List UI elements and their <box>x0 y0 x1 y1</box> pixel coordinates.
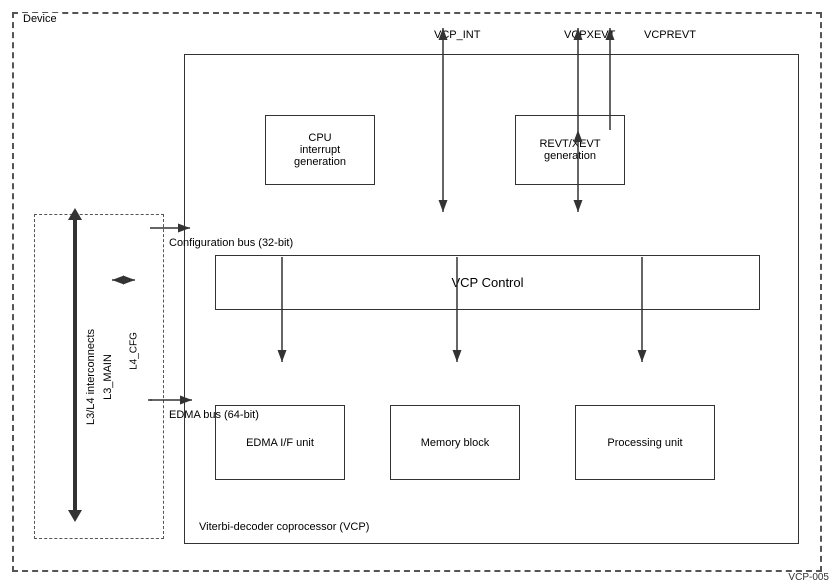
cpu-interrupt-label: CPU interrupt generation <box>294 132 346 168</box>
edma-bus-label: EDMA bus (64-bit) <box>169 409 259 421</box>
edma-if-label: EDMA I/F unit <box>246 437 314 449</box>
device-boundary: Device Viterbi-decoder coprocessor (VCP)… <box>12 12 822 572</box>
memory-block-box: Memory block <box>390 405 520 480</box>
processing-unit-box: Processing unit <box>575 405 715 480</box>
vcp005-label: VCP-005 <box>788 572 829 583</box>
vcp-control-box: VCP Control <box>215 255 760 310</box>
l4cfg-label: L4_CFG <box>128 332 139 370</box>
vcp-outer-label: Viterbi-decoder coprocessor (VCP) <box>199 521 369 533</box>
device-label: Device <box>20 13 60 25</box>
processing-unit-label: Processing unit <box>607 437 682 449</box>
memory-block-label: Memory block <box>421 437 489 449</box>
vcprevt-label: VCPREVT <box>644 29 696 41</box>
config-bus-label: Configuration bus (32-bit) <box>169 237 293 249</box>
vcp-control-label: VCP Control <box>451 275 523 290</box>
cpu-interrupt-box: CPU interrupt generation <box>265 115 375 185</box>
revt-xevt-label: REVT/XEVT generation <box>539 138 600 162</box>
l3l4-label: L3/L4 interconnects <box>85 328 97 424</box>
revt-xevt-box: REVT/XEVT generation <box>515 115 625 185</box>
vcp-int-label: VCP_INT <box>434 29 480 41</box>
vcp-outer-box: Viterbi-decoder coprocessor (VCP) CPU in… <box>184 54 799 544</box>
vcpxevt-label: VCPXEVT <box>564 29 615 41</box>
l3l4-box: L3/L4 interconnects L3_MAIN L4_CFG <box>34 214 164 539</box>
l3main-label: L3_MAIN <box>102 354 114 400</box>
